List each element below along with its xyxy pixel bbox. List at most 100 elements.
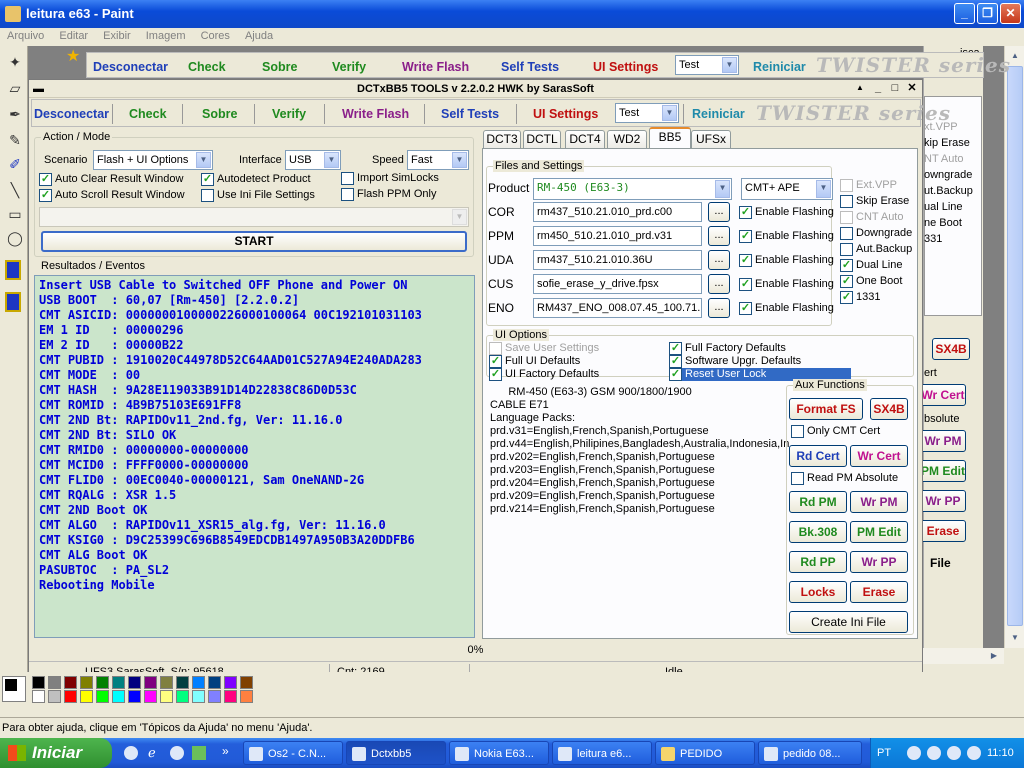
self-tests-button[interactable]: Self Tests <box>441 103 499 125</box>
quicklaunch-icon-1[interactable] <box>124 746 138 760</box>
tray-icon-3[interactable] <box>967 746 981 760</box>
checkbox-box[interactable]: ✓ <box>739 254 752 267</box>
verify-button[interactable]: Verify <box>272 103 306 125</box>
auto-scroll-checkbox[interactable]: ✓ Auto Scroll Result Window <box>39 189 185 202</box>
line-icon[interactable]: ╲ <box>5 180 25 200</box>
checkbox-box[interactable]: ✓ <box>739 206 752 219</box>
pm-edit-button[interactable]: PM Edit <box>850 521 908 543</box>
menu-exibir[interactable]: Exibir <box>103 30 131 42</box>
palette-swatch[interactable] <box>144 676 157 689</box>
full-ui-defaults-checkbox[interactable]: ✓ Full UI Defaults <box>489 355 580 368</box>
palette-swatch[interactable] <box>176 676 189 689</box>
disconnect-button[interactable]: Desconectar <box>34 103 109 125</box>
palette-swatch[interactable] <box>32 690 45 703</box>
cus-enable-flashing[interactable]: ✓ Enable Flashing <box>739 278 834 291</box>
auto-clear-checkbox[interactable]: ✓ Auto Clear Result Window <box>39 173 183 186</box>
free-select-icon[interactable]: ✦ <box>5 52 25 72</box>
ppm-file-field[interactable]: rm450_510.21.010_prd.v31 <box>533 226 702 246</box>
speed-select[interactable]: Fast ▼ <box>407 150 469 170</box>
write-flash-button[interactable]: Write Flash <box>342 103 409 125</box>
menu-editar[interactable]: Editar <box>59 30 88 42</box>
wr-pp-button[interactable]: Wr PP <box>850 551 908 573</box>
checkbox-box[interactable] <box>840 243 853 256</box>
chevron-down-icon[interactable]: ▼ <box>196 152 211 168</box>
checkbox-box[interactable] <box>791 425 804 438</box>
wr-cert-button[interactable]: Wr Cert <box>850 445 908 467</box>
palette-swatch[interactable] <box>96 690 109 703</box>
ui-factory-defaults-checkbox[interactable]: ✓ UI Factory Defaults <box>489 368 599 381</box>
palette-swatch[interactable] <box>240 690 253 703</box>
checkbox-box[interactable]: ✓ <box>840 275 853 288</box>
import-simlocks-checkbox[interactable]: Import SimLocks <box>341 172 439 185</box>
tab-bb5[interactable]: BB5 <box>649 127 691 149</box>
palette-swatch[interactable] <box>128 690 141 703</box>
uda-enable-flashing[interactable]: ✓ Enable Flashing <box>739 254 834 267</box>
palette-swatch[interactable] <box>224 690 237 703</box>
scenario-select[interactable]: Flash + UI Options ▼ <box>93 150 213 170</box>
scroll-down-icon[interactable]: ▼ <box>1007 630 1023 646</box>
menu-cores[interactable]: Cores <box>201 30 230 42</box>
palette-swatch[interactable] <box>32 676 45 689</box>
chevron-down-icon[interactable]: ▼ <box>816 180 831 198</box>
checkbox-box[interactable]: ✓ <box>840 259 853 272</box>
fragment-wr-cert[interactable]: Wr Cert <box>920 384 966 406</box>
checkbox-box[interactable] <box>201 189 214 202</box>
quicklaunch-icon-4[interactable] <box>192 746 206 760</box>
tray-arrow-icon[interactable] <box>907 746 921 760</box>
restart-button[interactable]: Reiniciar <box>692 103 745 125</box>
fill-option-icon-2[interactable] <box>5 292 21 312</box>
eraser-icon[interactable]: ▱ <box>5 78 25 98</box>
palette-swatch[interactable] <box>224 676 237 689</box>
checkbox-box[interactable]: ✓ <box>489 368 502 381</box>
software-upgr-defaults-checkbox[interactable]: ✓ Software Upgr. Defaults <box>669 355 801 368</box>
checkbox-box[interactable] <box>791 472 804 485</box>
chevron-down-icon[interactable]: ▼ <box>324 152 339 168</box>
skip-erase-checkbox[interactable]: Skip Erase <box>840 195 909 208</box>
eno-browse-button[interactable]: ... <box>708 298 730 318</box>
chevron-right-icon[interactable]: » <box>222 744 229 758</box>
checkbox-box[interactable]: ✓ <box>201 173 214 186</box>
cor-browse-button[interactable]: ... <box>708 202 730 222</box>
foreground-color[interactable] <box>5 679 17 691</box>
palette-swatch[interactable] <box>192 676 205 689</box>
read-pm-absolute-checkbox[interactable]: Read PM Absolute <box>791 472 898 485</box>
ppm-browse-button[interactable]: ... <box>708 226 730 246</box>
start-button[interactable]: Iniciar <box>0 738 112 768</box>
full-factory-defaults-checkbox[interactable]: ✓ Full Factory Defaults <box>669 342 786 355</box>
rd-pp-button[interactable]: Rd PP <box>789 551 847 573</box>
fragment-pm-edit[interactable]: PM Edit <box>920 460 966 482</box>
palette-swatch[interactable] <box>240 676 253 689</box>
tab-ufsx[interactable]: UFSx <box>691 130 731 148</box>
chevron-down-icon[interactable]: ▼ <box>452 152 467 168</box>
dialog-title-bar[interactable]: ▬ DCTxBB5 TOOLS v 2.2.0.2 HWK by SarasSo… <box>29 80 922 98</box>
mode-select[interactable]: Test ▼ <box>615 103 679 123</box>
language-indicator[interactable]: PT <box>877 738 891 768</box>
one-boot-checkbox[interactable]: ✓ One Boot <box>840 275 902 288</box>
palette-swatch[interactable] <box>128 676 141 689</box>
tab-dct4[interactable]: DCT4 <box>565 130 605 148</box>
palette-swatch[interactable] <box>96 676 109 689</box>
menu-imagem[interactable]: Imagem <box>146 30 186 42</box>
chevron-down-icon[interactable]: ▼ <box>715 180 730 198</box>
format-fs-button[interactable]: Format FS <box>789 398 863 420</box>
palette-swatch[interactable] <box>208 676 221 689</box>
task-pedido-08[interactable]: pedido 08... <box>758 741 862 765</box>
option-1331-checkbox[interactable]: ✓ 1331 <box>840 291 880 304</box>
tab-dctl[interactable]: DCTL <box>523 130 561 148</box>
about-button[interactable]: Sobre <box>202 103 237 125</box>
create-ini-file-button[interactable]: Create Ini File <box>789 611 908 633</box>
wr-pm-button[interactable]: Wr PM <box>850 491 908 513</box>
fragment-erase[interactable]: Erase <box>920 520 966 542</box>
locks-button[interactable]: Locks <box>789 581 847 603</box>
flash-ppm-checkbox[interactable]: Flash PPM Only <box>341 188 436 201</box>
checkbox-box[interactable]: ✓ <box>739 302 752 315</box>
palette-swatch[interactable] <box>48 676 61 689</box>
palette-swatch[interactable] <box>112 676 125 689</box>
uda-browse-button[interactable]: ... <box>708 250 730 270</box>
menu-ajuda[interactable]: Ajuda <box>245 30 273 42</box>
check-button[interactable]: Check <box>129 103 167 125</box>
interface-select[interactable]: USB ▼ <box>285 150 341 170</box>
checkbox-box[interactable]: ✓ <box>39 189 52 202</box>
aut-backup-checkbox[interactable]: Aut.Backup <box>840 243 912 256</box>
tab-wd2[interactable]: WD2 <box>607 130 647 148</box>
